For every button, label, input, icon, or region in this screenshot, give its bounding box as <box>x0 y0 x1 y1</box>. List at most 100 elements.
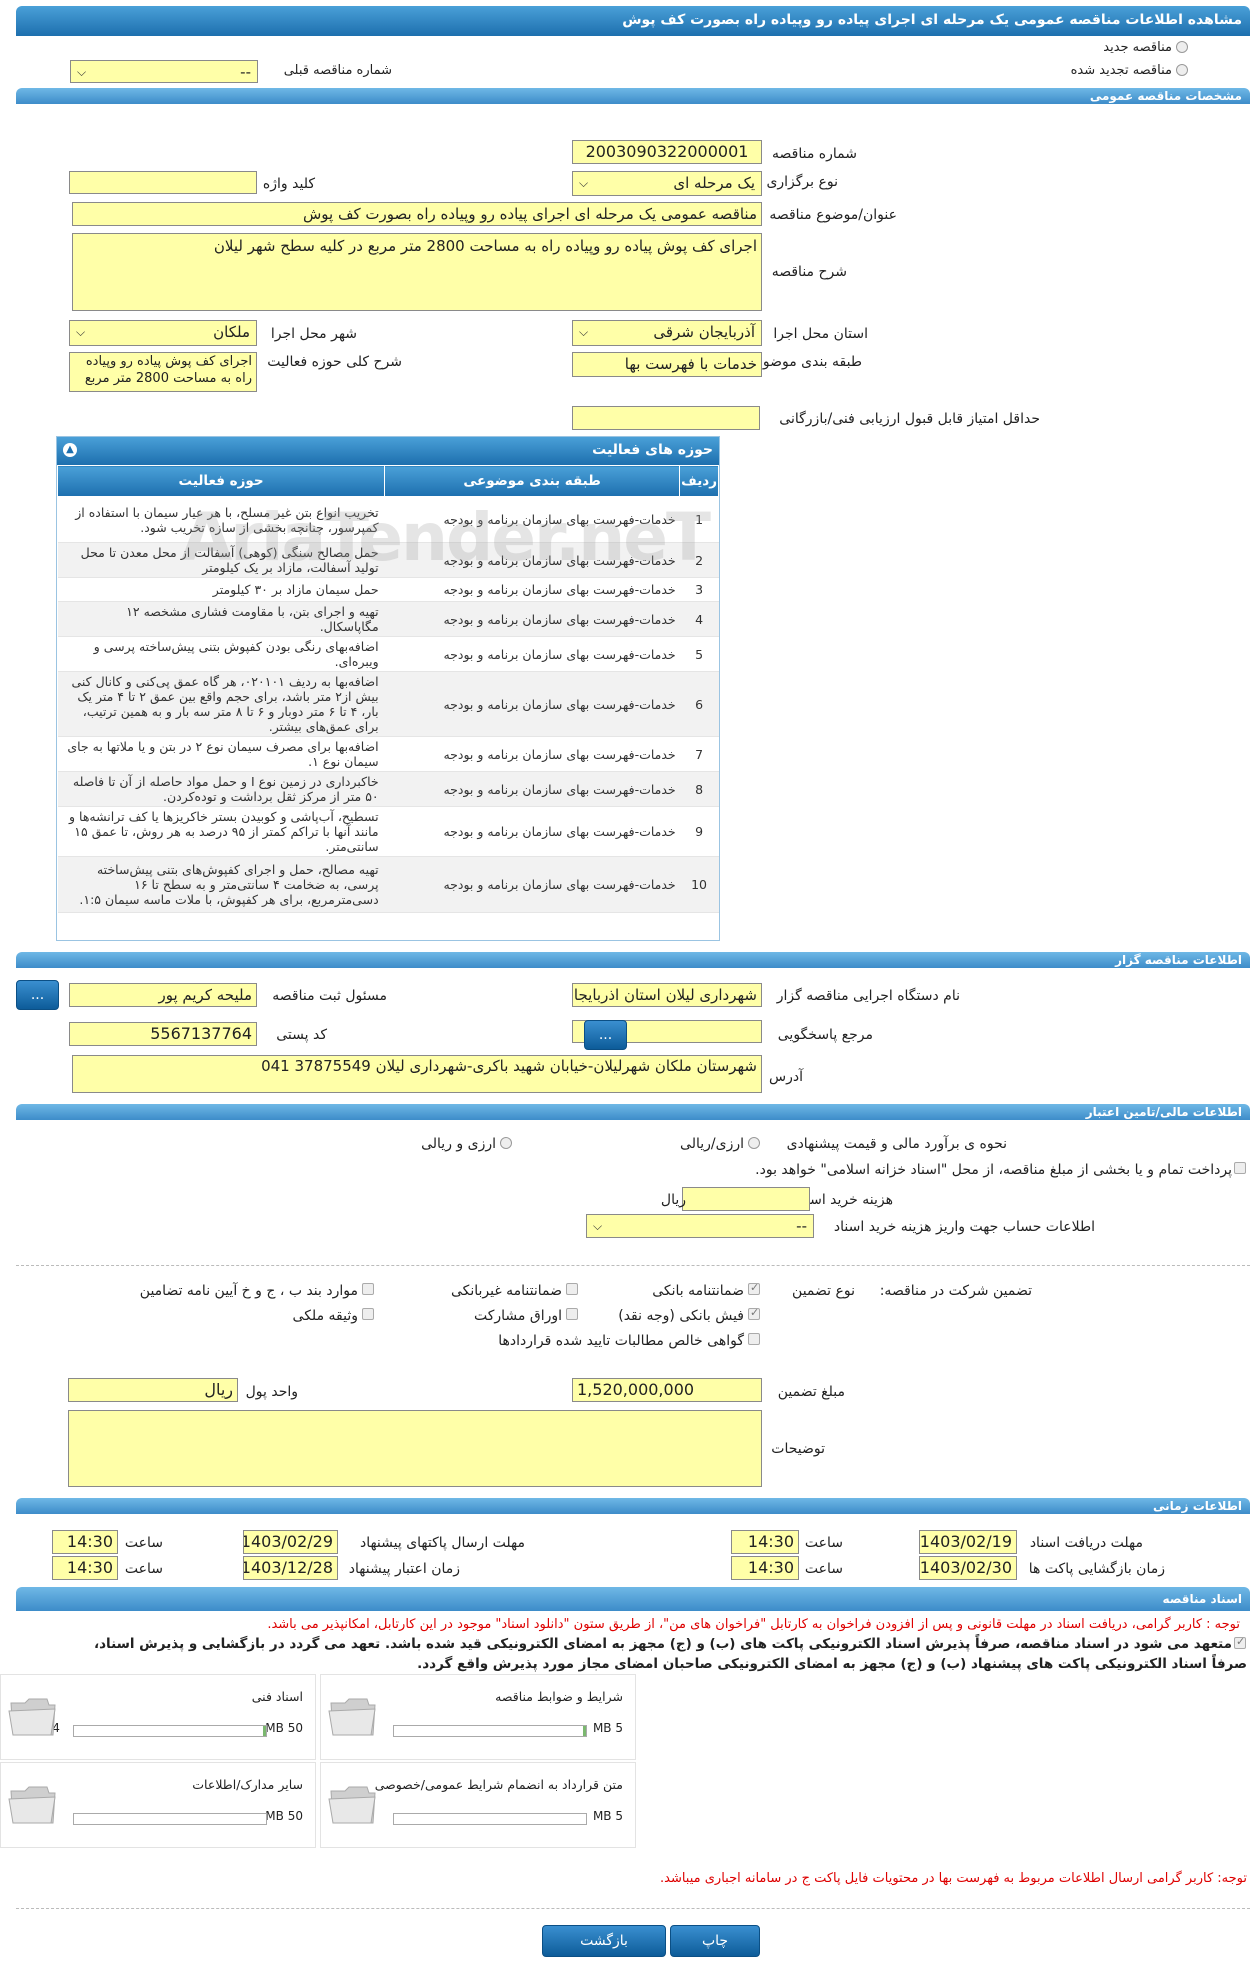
table-row: 10 خدمات-فهرست بهای سازمان برنامه و بودجه… <box>57 856 719 913</box>
col-row: ردیف <box>679 465 719 497</box>
finance-section-bar: اطلاعات مالی/تامین اعتبار <box>16 1104 1250 1120</box>
property-collateral-checkbox[interactable] <box>362 1308 374 1320</box>
row-number-cell: 9 <box>679 806 719 857</box>
nonbank-guarantee-label: ضمانتنامه غیربانکی <box>450 1283 562 1299</box>
min-score-field[interactable] <box>572 406 760 430</box>
islamic-treasury-label: پرداخت تمام و یا بخشی از مبلغ مناقصه، از… <box>755 1162 1232 1178</box>
page-header: مشاهده اطلاعات مناقصه عمومی یک مرحله ای … <box>16 6 1250 36</box>
property-collateral-label: وثیقه ملکی <box>292 1308 358 1324</box>
prev-number-label: شماره مناقصه قبلی <box>283 63 392 78</box>
responsible-label: مسئول ثبت مناقصه <box>272 988 387 1004</box>
document-max-size: 5 MB <box>592 1721 623 1735</box>
prev-number-select[interactable]: -- ⌵ <box>70 60 258 83</box>
document-card[interactable]: متن قرارداد به انضمام شرایط عمومی/خصوصی 5… <box>320 1762 636 1848</box>
participation-bonds-label: اوراق مشارکت <box>473 1308 562 1324</box>
subject-label: عنوان/موضوع مناقصه <box>769 207 897 223</box>
document-title: شرایط و ضوابط مناقصه <box>495 1689 623 1704</box>
subject-field[interactable]: مناقصه عمومی یک مرحله ای اجرای پیاده رو … <box>72 202 762 226</box>
activity-field-cell: تسطیح، آب‌پاشی و کوبیدن بستر خاکریزها یا… <box>57 806 385 857</box>
chevron-down-icon: ⌵ <box>593 1219 603 1233</box>
print-button[interactable]: چاپ <box>670 1925 760 1957</box>
folder-icon <box>8 1786 56 1824</box>
category-field[interactable]: خدمات با فهرست بها <box>572 352 762 377</box>
document-card[interactable]: شرایط و ضوابط مناقصه5 MB66 KB <box>320 1674 636 1760</box>
category-cell: خدمات-فهرست بهای سازمان برنامه و بودجه <box>384 577 680 602</box>
table-row: 5 خدمات-فهرست بهای سازمان برنامه و بودجه ا… <box>57 636 719 672</box>
amount-field[interactable]: 1,520,000,000 <box>572 1378 762 1402</box>
table-row: 3 خدمات-فهرست بهای سازمان برنامه و بودجه ح… <box>57 577 719 602</box>
document-progress <box>73 1813 267 1825</box>
new-tender-label: مناقصه جدید <box>1103 40 1172 55</box>
new-tender-radio[interactable] <box>1176 41 1188 53</box>
tender-number-field[interactable]: 2003090322000001 <box>572 140 762 164</box>
opening-time[interactable]: 14:30 <box>731 1556 799 1580</box>
postal-label: کد پستی <box>276 1027 327 1043</box>
keyword-field[interactable] <box>69 171 257 194</box>
category-cell: خدمات-فهرست بهای سازمان برنامه و بودجه <box>384 856 680 913</box>
keyword-label: کلید واژه <box>262 176 315 192</box>
document-progress <box>393 1725 587 1737</box>
activity-field-cell: اضافه‌بهای رنگی بودن کفپوش بتنی پیش‌ساخت… <box>57 636 385 672</box>
doc-cost-field[interactable] <box>682 1187 810 1211</box>
bank-guarantee-checkbox[interactable] <box>748 1281 760 1295</box>
timing-section-bar: اطلاعات زمانی <box>16 1498 1250 1514</box>
back-button[interactable]: بازگشت <box>542 1925 666 1957</box>
activities-panel: حوزه های فعالیت ▲ ردیف طبقه بندی موضوعی … <box>56 436 720 941</box>
postal-field[interactable]: 5567137764 <box>69 1022 257 1046</box>
folder-icon <box>328 1786 376 1824</box>
currency-unit-field[interactable]: ریال <box>68 1378 238 1402</box>
opening-date[interactable]: 1403/02/30 <box>919 1556 1017 1580</box>
city-select[interactable]: ملکان ⌵ <box>69 320 257 346</box>
cash-slip-checkbox[interactable] <box>748 1306 760 1320</box>
collapse-icon[interactable]: ▲ <box>63 443 77 457</box>
row-number-cell: 8 <box>679 771 719 807</box>
document-title: اسناد فنی <box>251 1689 303 1704</box>
regulation-items-checkbox[interactable] <box>362 1283 374 1295</box>
currency-and-rial-radio[interactable] <box>500 1137 512 1149</box>
send-deadline-label: مهلت ارسال پاکتهای پیشنهاد <box>359 1535 525 1551</box>
row-number-cell: 3 <box>679 577 719 602</box>
validity-date[interactable]: 1403/12/28 <box>243 1556 338 1580</box>
islamic-treasury-checkbox[interactable] <box>1234 1162 1246 1174</box>
ref-lookup-button[interactable]: ... <box>584 1020 627 1050</box>
activities-panel-header: حوزه های فعالیت ▲ <box>57 437 719 465</box>
participation-bonds-checkbox[interactable] <box>566 1308 578 1320</box>
send-deadline-date[interactable]: 1403/02/29 <box>243 1530 338 1554</box>
document-max-size: 5 MB <box>592 1809 623 1823</box>
activity-desc-label: شرح کلی حوزه فعالیت <box>267 354 402 370</box>
documents-section-bar: اسناد مناقصه <box>16 1587 1250 1611</box>
guarantee-label: تضمین شرکت در مناقصه: <box>879 1283 1032 1299</box>
recv-hour-label: ساعت <box>804 1535 843 1551</box>
nonbank-guarantee-checkbox[interactable] <box>566 1283 578 1295</box>
currency-rial-radio[interactable] <box>748 1137 760 1149</box>
address-field[interactable]: شهرستان ملکان شهرلیلان-خیابان شهید باکری… <box>72 1055 762 1093</box>
recv-deadline-date[interactable]: 1403/02/19 <box>919 1530 1017 1554</box>
responsible-lookup-button[interactable]: ... <box>16 980 59 1010</box>
renewed-tender-radio[interactable] <box>1176 64 1188 76</box>
category-cell: خدمات-فهرست بهای سازمان برنامه و بودجه <box>384 806 680 857</box>
document-card[interactable]: سایر مدارک/اطلاعات50 MB0 MB <box>0 1762 316 1848</box>
description-field[interactable]: اجرای کف پوش پیاده رو وپیاده راه به مساح… <box>72 233 762 311</box>
province-select[interactable]: آذربایجان شرقی ⌵ <box>572 320 762 346</box>
regulation-items-label: موارد بند ب ، ج و خ آیین نامه تضامین <box>139 1283 358 1299</box>
activity-desc-field[interactable]: اجرای کف پوش پیاده رو وپیاده راه به مساح… <box>69 352 257 392</box>
notes-field[interactable] <box>68 1410 762 1487</box>
recv-deadline-time[interactable]: 14:30 <box>731 1530 799 1554</box>
validity-time[interactable]: 14:30 <box>52 1556 118 1580</box>
send-deadline-time[interactable]: 14:30 <box>52 1530 118 1554</box>
org-field[interactable]: شهرداری لیلان استان اذربایجان شرقی <box>572 983 762 1007</box>
tender-type-select[interactable]: یک مرحله ای ⌵ <box>572 171 762 196</box>
account-select[interactable]: -- ⌵ <box>586 1214 814 1238</box>
activity-field-cell: حمل سیمان مازاد بر ۳۰ کیلومتر <box>57 577 385 602</box>
separator <box>16 1265 1250 1266</box>
row-number-cell: 7 <box>679 736 719 772</box>
tender-number-label: شماره مناقصه <box>772 146 857 162</box>
city-label: شهر محل اجرا <box>270 326 357 342</box>
table-row: 8 خدمات-فهرست بهای سازمان برنامه و بودجه خ… <box>57 771 719 807</box>
responsible-field[interactable]: ملیحه کریم پور <box>69 983 257 1007</box>
document-card[interactable]: اسناد فنی50 MB214 KB <box>0 1674 316 1760</box>
commitment-checkbox[interactable] <box>1234 1635 1246 1649</box>
activity-field-cell: تهیه مصالح، حمل و اجرای کفپوش‌های بتنی پ… <box>57 856 385 913</box>
receivables-certificate-checkbox[interactable] <box>748 1333 760 1345</box>
validity-label: زمان اعتبار پیشنهاد <box>348 1561 460 1577</box>
